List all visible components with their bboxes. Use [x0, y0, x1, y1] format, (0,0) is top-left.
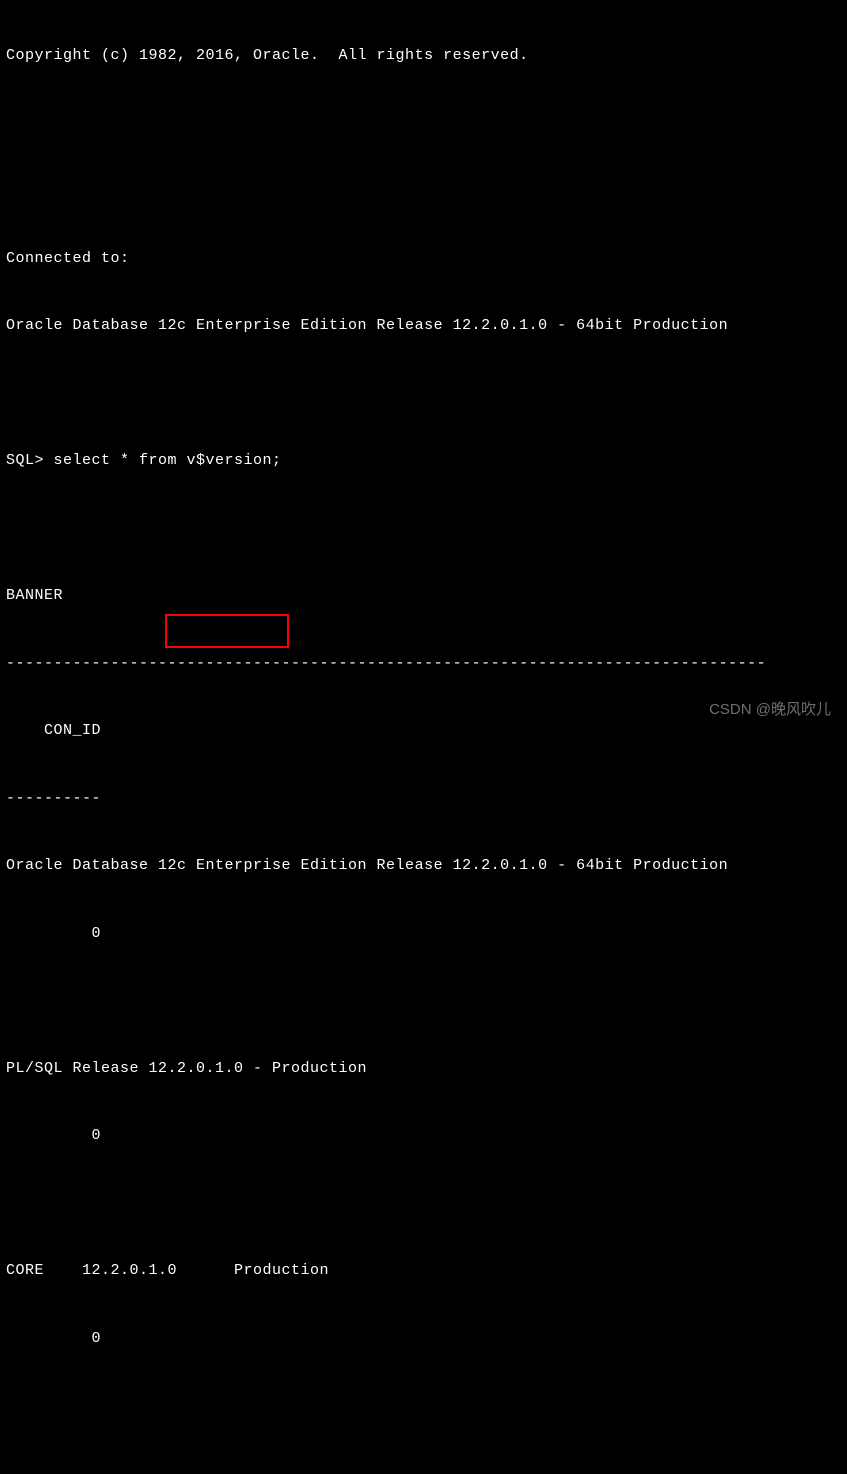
- separator-line: ----------------------------------------…: [6, 653, 841, 676]
- sql-command-line: SQL> select * from v$version;: [6, 450, 841, 473]
- output-line: [6, 990, 841, 1013]
- column-header: CON_ID: [6, 720, 841, 743]
- output-line: [6, 1193, 841, 1216]
- separator-line: ----------: [6, 788, 841, 811]
- output-line: Connected to:: [6, 248, 841, 271]
- output-line: Oracle Database 12c Enterprise Edition R…: [6, 315, 841, 338]
- output-line: [6, 180, 841, 203]
- result-row: PL/SQL Release 12.2.0.1.0 - Production: [6, 1058, 841, 1081]
- watermark-text: CSDN @晚风吹儿: [709, 699, 831, 722]
- result-row: 0: [6, 923, 841, 946]
- output-line: [6, 383, 841, 406]
- result-row: 0: [6, 1125, 841, 1148]
- output-line: Copyright (c) 1982, 2016, Oracle. All ri…: [6, 45, 841, 68]
- result-row: CORE 12.2.0.1.0 Production: [6, 1260, 841, 1283]
- output-line: [6, 1463, 841, 1474]
- output-line: [6, 1395, 841, 1418]
- output-line: [6, 518, 841, 541]
- output-line: [6, 113, 841, 136]
- column-header: BANNER: [6, 585, 841, 608]
- result-row: 0: [6, 1328, 841, 1351]
- terminal-output[interactable]: Copyright (c) 1982, 2016, Oracle. All ri…: [6, 0, 841, 1474]
- result-row: Oracle Database 12c Enterprise Edition R…: [6, 855, 841, 878]
